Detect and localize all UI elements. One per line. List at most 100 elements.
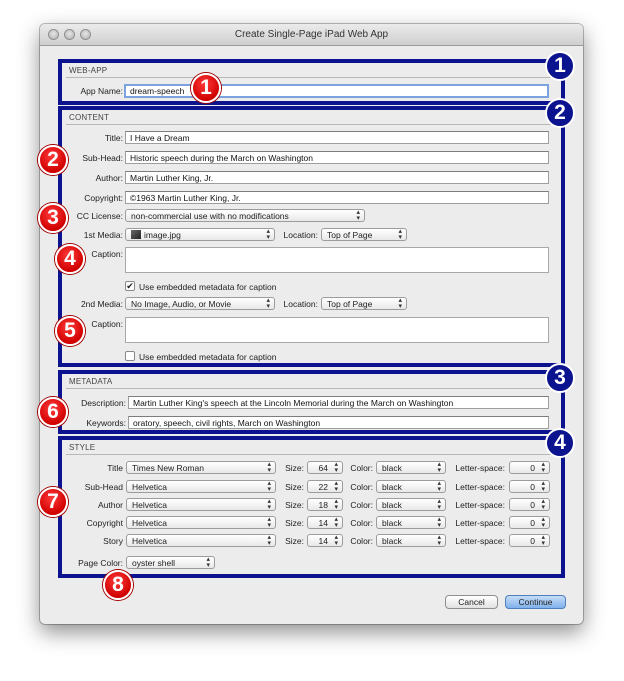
size-label: Size: xyxy=(285,482,304,492)
cancel-button[interactable]: Cancel xyxy=(445,595,498,609)
copyright-input[interactable]: ©1963 Martin Luther King, Jr. xyxy=(125,191,549,204)
style-letterspace-popup-value: 0 xyxy=(530,482,535,492)
color-label: Color: xyxy=(350,500,373,510)
annotation-blue-4: 4 xyxy=(545,428,575,458)
location2-label: Location: xyxy=(283,299,319,309)
author-input[interactable]: Martin Luther King, Jr. xyxy=(125,171,549,184)
updown-chevron-icon: ▴ ▾ xyxy=(266,228,270,241)
title-label: Title: xyxy=(104,133,123,143)
media2-label: 2nd Media: xyxy=(80,299,123,309)
embedded-metadata1-checkbox[interactable]: ✔ xyxy=(125,281,135,291)
style-color-popup[interactable]: black ▴ ▾ xyxy=(376,516,446,529)
style-font-popup[interactable]: Helvetica ▴ ▾ xyxy=(126,534,276,547)
style-letterspace-popup[interactable]: 0 ▴ ▾ xyxy=(509,498,550,511)
annotation-red-6: 6 xyxy=(38,397,68,427)
style-color-popup[interactable]: black ▴ ▾ xyxy=(376,534,446,547)
updown-chevron-icon: ▴ ▾ xyxy=(266,297,270,310)
style-row-label: Author xyxy=(97,500,123,510)
style-letterspace-popup[interactable]: 0 ▴ ▾ xyxy=(509,480,550,493)
cc-license-popup[interactable]: non-commercial use with no modifications… xyxy=(125,209,365,222)
author-label: Author: xyxy=(95,173,123,183)
media2-popup[interactable]: No Image, Audio, or Movie ▴ ▾ xyxy=(125,297,275,310)
style-color-popup[interactable]: black ▴ ▾ xyxy=(376,480,446,493)
page-color-popup[interactable]: oyster shell ▴ ▾ xyxy=(126,556,215,569)
style-row-label: Sub-Head xyxy=(84,482,123,492)
style-letterspace-popup-value: 0 xyxy=(530,463,535,473)
media1-popup[interactable]: image.jpg ▴ ▾ xyxy=(125,228,275,241)
style-size-popup[interactable]: 14 ▴ ▾ xyxy=(307,534,343,547)
annotation-blue-3: 3 xyxy=(545,363,575,393)
location1-label: Location: xyxy=(283,230,319,240)
style-color-popup[interactable]: black ▴ ▾ xyxy=(376,498,446,511)
embedded-metadata2-checkbox[interactable] xyxy=(125,351,135,361)
style-color-popup[interactable]: black ▴ ▾ xyxy=(376,461,446,474)
style-size-popup[interactable]: 64 ▴ ▾ xyxy=(307,461,343,474)
dialog-window: Create Single-Page iPad Web App WEB-APP … xyxy=(40,24,583,624)
style-letterspace-popup-value: 0 xyxy=(530,500,535,510)
style-letterspace-popup[interactable]: 0 ▴ ▾ xyxy=(509,534,550,547)
style-letterspace-popup[interactable]: 0 ▴ ▾ xyxy=(509,461,550,474)
style-font-popup[interactable]: Helvetica ▴ ▾ xyxy=(126,498,276,511)
webapp-panel: WEB-APP App Name: dream-speech xyxy=(58,59,565,105)
metadata-section-label: METADATA xyxy=(69,377,113,386)
embedded-metadata2-label: Use embedded metadata for caption xyxy=(139,352,277,362)
annotation-red-2: 2 xyxy=(38,145,68,175)
style-font-popup[interactable]: Times New Roman ▴ ▾ xyxy=(126,461,276,474)
style-font-popup-value: Helvetica xyxy=(132,536,167,546)
style-size-popup[interactable]: 14 ▴ ▾ xyxy=(307,516,343,529)
title-input[interactable]: I Have a Dream xyxy=(125,131,549,144)
media2-value: No Image, Audio, or Movie xyxy=(131,299,232,309)
style-font-popup-value: Helvetica xyxy=(132,482,167,492)
location2-value: Top of Page xyxy=(327,299,373,309)
updown-chevron-icon: ▴ ▾ xyxy=(334,461,338,474)
app-name-label: App Name: xyxy=(80,86,123,96)
size-label: Size: xyxy=(285,536,304,546)
style-size-popup-value: 14 xyxy=(318,536,328,546)
updown-chevron-icon: ▴ ▾ xyxy=(437,534,441,547)
media1-label: 1st Media: xyxy=(83,230,123,240)
annotation-red-7: 7 xyxy=(38,487,68,517)
style-size-popup[interactable]: 22 ▴ ▾ xyxy=(307,480,343,493)
style-panel: STYLE Title Times New Roman ▴ ▾ Size: 64 ▴ ▾ Col… xyxy=(58,436,565,578)
color-label: Color: xyxy=(350,536,373,546)
keywords-input[interactable]: oratory, speech, civil rights, March on … xyxy=(128,416,549,429)
color-label: Color: xyxy=(350,518,373,528)
location1-value: Top of Page xyxy=(327,230,373,240)
annotation-red-8: 8 xyxy=(103,570,133,600)
subhead-input[interactable]: Historic speech during the March on Wash… xyxy=(125,151,549,164)
style-size-popup[interactable]: 18 ▴ ▾ xyxy=(307,498,343,511)
style-letterspace-popup-value: 0 xyxy=(530,518,535,528)
webapp-section-label: WEB-APP xyxy=(69,66,108,75)
updown-chevron-icon: ▴ ▾ xyxy=(541,480,545,493)
style-font-popup[interactable]: Helvetica ▴ ▾ xyxy=(126,516,276,529)
style-font-popup-value: Helvetica xyxy=(132,500,167,510)
updown-chevron-icon: ▴ ▾ xyxy=(267,534,271,547)
content-section-label: CONTENT xyxy=(69,113,110,122)
annotation-red-1: 1 xyxy=(191,73,221,103)
updown-chevron-icon: ▴ ▾ xyxy=(541,498,545,511)
letterspace-label: Letter-space: xyxy=(455,518,505,528)
annotation-red-3: 3 xyxy=(38,203,68,233)
style-letterspace-popup[interactable]: 0 ▴ ▾ xyxy=(509,516,550,529)
style-color-popup-value: black xyxy=(382,482,402,492)
style-color-popup-value: black xyxy=(382,536,402,546)
style-row-label: Copyright xyxy=(86,518,123,528)
caption2-textarea[interactable] xyxy=(125,317,549,343)
style-font-popup-value: Helvetica xyxy=(132,518,167,528)
description-input[interactable]: Martin Luther King's speech at the Linco… xyxy=(128,396,549,409)
style-color-popup-value: black xyxy=(382,463,402,473)
caption1-textarea[interactable] xyxy=(125,247,549,273)
style-font-popup[interactable]: Helvetica ▴ ▾ xyxy=(126,480,276,493)
location2-popup[interactable]: Top of Page ▴ ▾ xyxy=(321,297,407,310)
location1-popup[interactable]: Top of Page ▴ ▾ xyxy=(321,228,407,241)
color-label: Color: xyxy=(350,482,373,492)
image-thumbnail-icon xyxy=(131,230,141,239)
app-name-input[interactable]: dream-speech xyxy=(124,84,549,98)
style-row-label: Story xyxy=(103,536,123,546)
letterspace-label: Letter-space: xyxy=(455,500,505,510)
updown-chevron-icon: ▴ ▾ xyxy=(437,498,441,511)
copyright-label: Copyright: xyxy=(84,193,123,203)
style-row-label: Title xyxy=(107,463,123,473)
continue-button[interactable]: Continue xyxy=(505,595,566,609)
updown-chevron-icon: ▴ ▾ xyxy=(541,534,545,547)
